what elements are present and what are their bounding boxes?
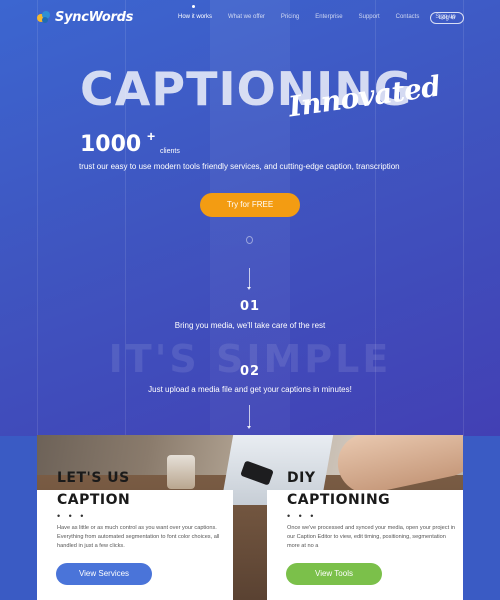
card-caption-description: Have as little or as much control as you… [57,525,220,549]
arrow-down-icon [247,405,251,429]
hero-tagline: trust our easy to use modern tools frien… [79,162,400,171]
client-count-plus: + [147,128,156,144]
card-diy-title: CAPTIONING [287,492,391,508]
nav-contacts[interactable]: Contacts [396,14,420,20]
card-diy-description: Once we've processed and synced your med… [287,525,456,549]
login-button[interactable]: Log in [430,12,464,24]
arrow-down-icon [247,268,251,290]
nav-support[interactable]: Support [359,14,380,20]
nav-what-we-offer[interactable]: What we offer [228,14,265,20]
view-services-button[interactable]: View Services [56,563,152,585]
step-number-01: 01 [239,299,261,314]
try-free-button[interactable]: Try for FREE [200,193,300,217]
nav-menu: How it works What we offer Pricing Enter… [178,14,472,20]
logo-text: SyncWords [55,10,134,25]
view-tools-button[interactable]: View Tools [286,563,382,585]
card-diy-pretitle: DIY [287,470,316,486]
active-nav-indicator [192,5,195,8]
nav-pricing[interactable]: Pricing [281,14,299,20]
card-diy-dots: • • • [287,511,317,521]
card-caption-pretitle: LET'S US [57,470,130,486]
nav-how-it-works[interactable]: How it works [178,14,212,20]
logo[interactable]: SyncWords [37,10,133,25]
photo-cup [167,455,195,489]
step-text-02: Just upload a media file and get your ca… [148,385,352,394]
card-caption-dots: • • • [57,511,87,521]
top-navigation: SyncWords How it works What we offer Pri… [0,0,500,36]
logo-icon [37,10,51,25]
nav-enterprise[interactable]: Enterprise [315,14,342,20]
hero-section: SyncWords How it works What we offer Pri… [0,0,500,436]
step-number-02: 02 [239,364,261,379]
scroll-indicator-icon [246,236,253,244]
card-caption-title: CAPTION [57,492,131,508]
step-text-01: Bring you media, we'll take care of the … [174,321,326,330]
client-count-label: clients [160,148,180,155]
client-count: 1000 [80,132,142,157]
